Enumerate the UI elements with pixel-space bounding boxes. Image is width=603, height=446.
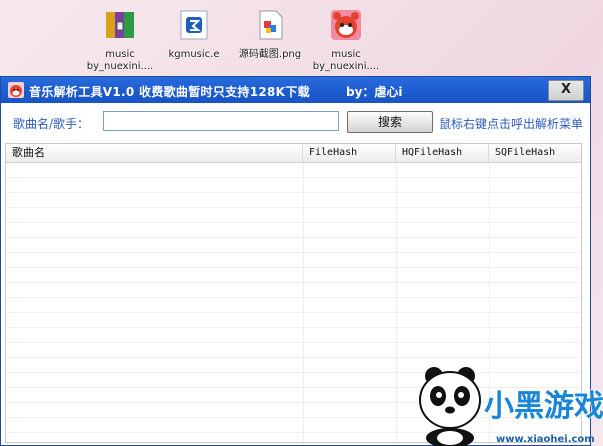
close-button[interactable]: X xyxy=(548,80,584,101)
list-header: 歌曲名 FileHash HQFileHash SQFileHash xyxy=(6,144,581,163)
column-divider xyxy=(396,163,397,442)
red-panda-app-icon xyxy=(8,82,24,98)
desktop-icon-music-archive[interactable]: music by_nuexini.... xyxy=(80,8,160,73)
desktop-icon-label-2: by_nuexini.... xyxy=(86,61,154,72)
watermark-text: 小黑游戏 www.xiaohei.com xyxy=(483,388,603,445)
desktop: music by_nuexini.... kgmusic.e 源码截图.png xyxy=(0,0,603,80)
png-image-icon xyxy=(259,10,283,40)
winrar-archive-icon xyxy=(106,12,134,38)
right-click-hint: 鼠标右键点击呼出解析菜单 xyxy=(439,117,584,131)
window-author: by：虐心i xyxy=(346,85,403,99)
watermark-logo: 小黑游戏 www.xiaohei.com xyxy=(419,367,603,446)
search-button[interactable]: 搜索 xyxy=(347,111,433,133)
desktop-icon-label-2: by_nuexini.... xyxy=(312,61,380,72)
search-input[interactable] xyxy=(103,111,339,131)
desktop-icon-kgmusic[interactable]: kgmusic.e xyxy=(154,8,234,61)
svg-text:小黑游戏: 小黑游戏 xyxy=(484,389,603,424)
column-header-hqfilehash[interactable]: HQFileHash xyxy=(396,144,489,162)
svg-text:www.xiaohei.com: www.xiaohei.com xyxy=(496,434,595,445)
kgmusic-exe-icon xyxy=(180,10,208,40)
title-bar[interactable]: 音乐解析工具V1.0 收费歌曲暂时只支持128K下载 by：虐心i X xyxy=(1,77,590,103)
desktop-icon-screenshot-png[interactable]: 源码截图.png xyxy=(230,8,310,61)
panda-mascot-icon xyxy=(419,367,481,446)
column-header-sqfilehash[interactable]: SQFileHash xyxy=(489,144,581,162)
column-divider xyxy=(303,163,304,442)
search-toolbar: 歌曲名/歌手： 搜索 鼠标右键点击呼出解析菜单 xyxy=(1,103,590,139)
song-artist-label: 歌曲名/歌手： xyxy=(13,117,90,131)
desktop-icon-label: music xyxy=(331,49,361,60)
column-header-song-name[interactable]: 歌曲名 xyxy=(6,144,303,162)
desktop-icon-label: kgmusic.e xyxy=(168,49,220,60)
column-header-filehash[interactable]: FileHash xyxy=(303,144,396,162)
desktop-icon-label: 源码截图.png xyxy=(238,49,302,60)
desktop-icon-music-app[interactable]: music by_nuexini.... xyxy=(306,8,386,73)
window-title: 音乐解析工具V1.0 收费歌曲暂时只支持128K下载 xyxy=(29,85,310,99)
red-panda-app-icon xyxy=(331,10,361,40)
desktop-icon-label: music xyxy=(105,49,135,60)
